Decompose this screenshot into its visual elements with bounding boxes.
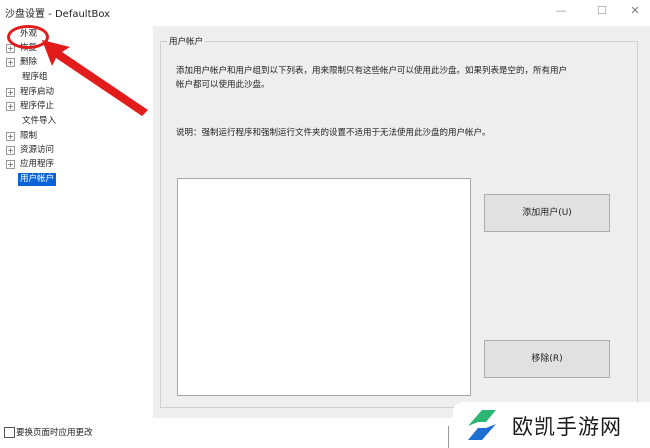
- tree-item-label: 删除: [20, 57, 38, 67]
- expand-icon[interactable]: +: [6, 58, 15, 67]
- window-title: 沙盘设置 - DefaultBox: [5, 9, 111, 20]
- annotation-arrow-icon: [42, 40, 148, 116]
- remove-button[interactable]: 移除(R): [484, 340, 610, 378]
- close-icon[interactable]: ✕: [625, 2, 645, 20]
- description-text: 添加用户帐户和用户组到以下列表，用来限制只有这些帐户可以使用此沙盘。如果列表是空…: [176, 64, 626, 92]
- note-text: 说明：强制运行程序和强制运行文件夹的设置不适用于无法使用此沙盘的用户帐户。: [176, 128, 491, 138]
- title-bar: 沙盘设置 - DefaultBox — ☐ ✕: [0, 0, 650, 24]
- tree-item-label: 应用程序: [20, 159, 55, 169]
- expand-icon[interactable]: +: [6, 102, 15, 111]
- expand-icon[interactable]: +: [6, 160, 15, 169]
- tree-item-label: 资源访问: [20, 145, 55, 155]
- minimize-icon[interactable]: —: [551, 2, 571, 20]
- checkbox-label: 要换页面时应用更改: [16, 428, 93, 438]
- tree-item-label: 用户帐户: [18, 173, 57, 186]
- group-title: 用户帐户: [167, 35, 206, 47]
- watermark-logo-icon: [468, 410, 496, 440]
- description-line-2: 帐户都可以使用此沙盘。: [176, 80, 270, 90]
- add-user-button[interactable]: 添加用户(U): [484, 194, 610, 232]
- user-accounts-list[interactable]: [177, 178, 471, 396]
- expand-icon[interactable]: +: [6, 132, 15, 141]
- expand-icon[interactable]: +: [6, 88, 15, 97]
- maximize-icon[interactable]: ☐: [592, 2, 612, 20]
- tree-item-label: 限制: [20, 131, 38, 141]
- description-line-1: 添加用户帐户和用户组到以下列表，用来限制只有这些帐户可以使用此沙盘。如果列表是空…: [176, 66, 568, 76]
- watermark-text: 欧凯手游网: [512, 415, 622, 439]
- apply-on-page-change-checkbox[interactable]: [4, 427, 15, 438]
- expand-icon[interactable]: +: [6, 146, 15, 155]
